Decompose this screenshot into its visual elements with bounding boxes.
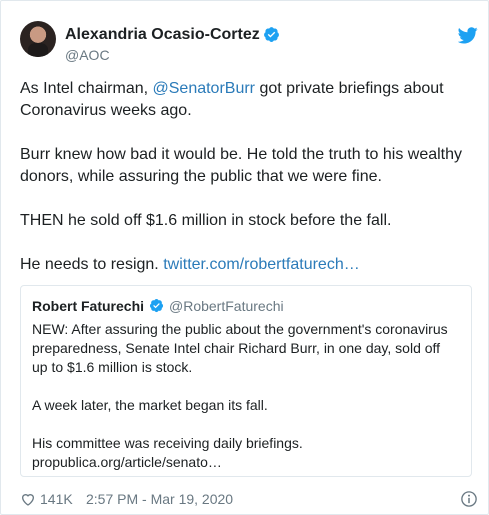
- quoted-author-name[interactable]: Robert Faturechi: [32, 297, 144, 315]
- article-link[interactable]: propublica.org/article/senato…: [32, 454, 222, 470]
- tweet-paragraph: Burr knew how bad it would be. He told t…: [20, 146, 463, 185]
- quoted-paragraph: A week later, the market began its fall.: [32, 397, 268, 413]
- tweet-card: Alexandria Ocasio-Cortez @AOC As Intel c…: [0, 0, 489, 515]
- quoted-tweet[interactable]: Robert Faturechi @RobertFaturechi NEW: A…: [20, 285, 472, 477]
- quoted-tweet-body: NEW: After assuring the public about the…: [32, 320, 457, 472]
- verified-badge-icon: [149, 298, 164, 313]
- mention-link[interactable]: @SenatorBurr: [153, 80, 256, 97]
- tweet-text-segment: As Intel chairman,: [20, 80, 153, 97]
- quoted-author-handle[interactable]: @RobertFaturechi: [169, 297, 284, 315]
- like-count[interactable]: 141K: [40, 489, 73, 509]
- verified-badge-icon: [264, 27, 279, 42]
- tweet-text-segment: He needs to resign.: [20, 256, 164, 273]
- quoted-paragraph: His committee was receiving daily briefi…: [32, 434, 457, 472]
- twitter-bird-icon[interactable]: [458, 27, 478, 44]
- quoted-tweet-link[interactable]: twitter.com/robertfaturech…: [163, 256, 360, 273]
- tweet-body: As Intel chairman, @SenatorBurr got priv…: [20, 78, 475, 298]
- info-icon[interactable]: [460, 490, 478, 508]
- author-name[interactable]: Alexandria Ocasio-Cortez: [65, 25, 260, 45]
- timestamp[interactable]: 2:57 PM - Mar 19, 2020: [86, 489, 233, 509]
- tweet-footer: 141K 2:57 PM - Mar 19, 2020: [20, 489, 480, 509]
- tweet-paragraph: He needs to resign. twitter.com/robertfa…: [20, 254, 475, 276]
- quoted-paragraph: NEW: After assuring the public about the…: [32, 321, 448, 375]
- author-handle[interactable]: @AOC: [65, 46, 110, 64]
- quoted-text-segment: His committee was receiving daily briefi…: [32, 435, 303, 451]
- avatar[interactable]: [20, 21, 56, 57]
- tweet-paragraph: As Intel chairman, @SenatorBurr got priv…: [20, 78, 475, 122]
- tweet-paragraph: THEN he sold off $1.6 million in stock b…: [20, 212, 392, 229]
- heart-icon[interactable]: [20, 491, 36, 507]
